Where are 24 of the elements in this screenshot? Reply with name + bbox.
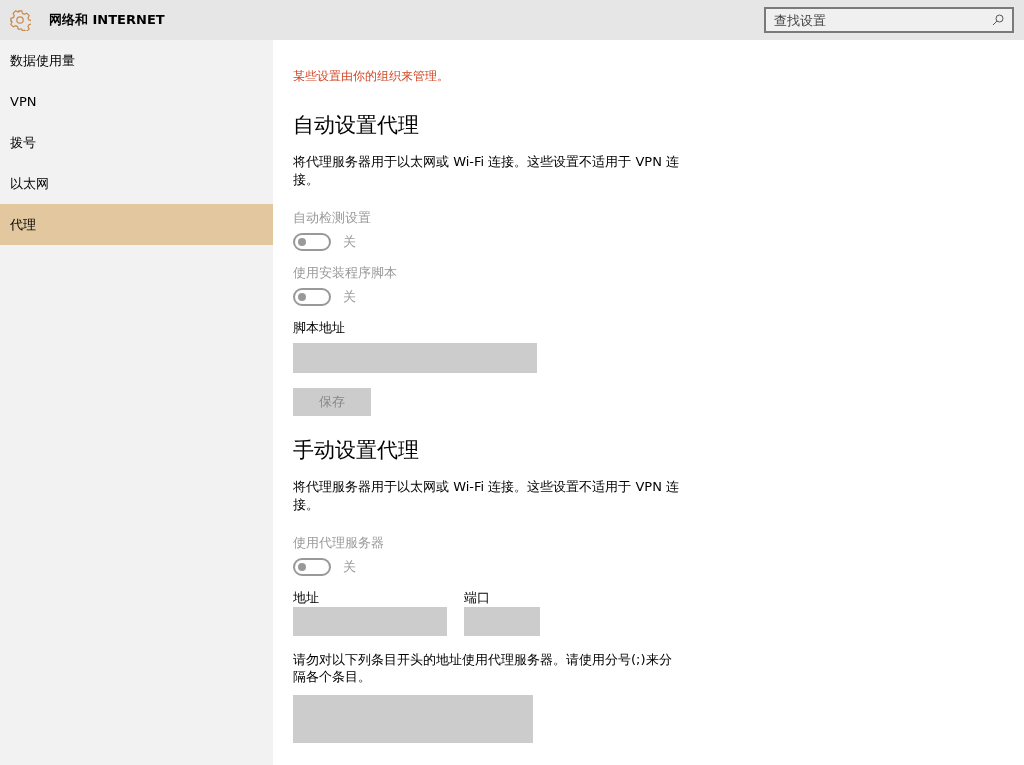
sidebar-item[interactable]: 代理 xyxy=(0,204,273,245)
section-description: 将代理服务器用于以太网或 Wi-Fi 连接。这些设置不适用于 VPN 连接。 xyxy=(293,478,680,514)
toggle-label: 使用安装程序脚本 xyxy=(293,264,398,282)
gear-icon xyxy=(9,9,31,31)
sidebar-item[interactable]: 以太网 xyxy=(0,163,273,204)
toggle-label: 使用代理服务器 xyxy=(293,534,385,552)
field-label: 地址 xyxy=(293,589,320,607)
section-description: 将代理服务器用于以太网或 Wi-Fi 连接。这些设置不适用于 VPN 连接。 xyxy=(293,153,680,189)
toggle-label: 自动检测设置 xyxy=(293,209,372,227)
sidebar-item[interactable]: 拨号 xyxy=(0,122,273,163)
search-icon xyxy=(992,14,1004,26)
field-label: 请勿对以下列条目开头的地址使用代理服务器。请使用分号(;)来分隔各个条目。 xyxy=(293,651,673,685)
section-heading: 自动设置代理 xyxy=(293,112,420,139)
notice-text: 某些设置由你的组织来管理。 xyxy=(293,68,450,85)
window-title: 网络和 INTERNET xyxy=(49,11,166,29)
section-heading: 手动设置代理 xyxy=(293,437,420,464)
sidebar-item[interactable]: VPN xyxy=(0,81,273,122)
toggle-state: 关 xyxy=(343,558,356,576)
field-label: 脚本地址 xyxy=(293,319,346,337)
toggle-state: 关 xyxy=(343,233,356,251)
sidebar-item[interactable]: 数据使用量 xyxy=(0,40,273,81)
toggle-state: 关 xyxy=(343,288,356,306)
search-field[interactable]: 查找设置 xyxy=(764,7,1014,33)
field-label: 端口 xyxy=(464,589,491,607)
